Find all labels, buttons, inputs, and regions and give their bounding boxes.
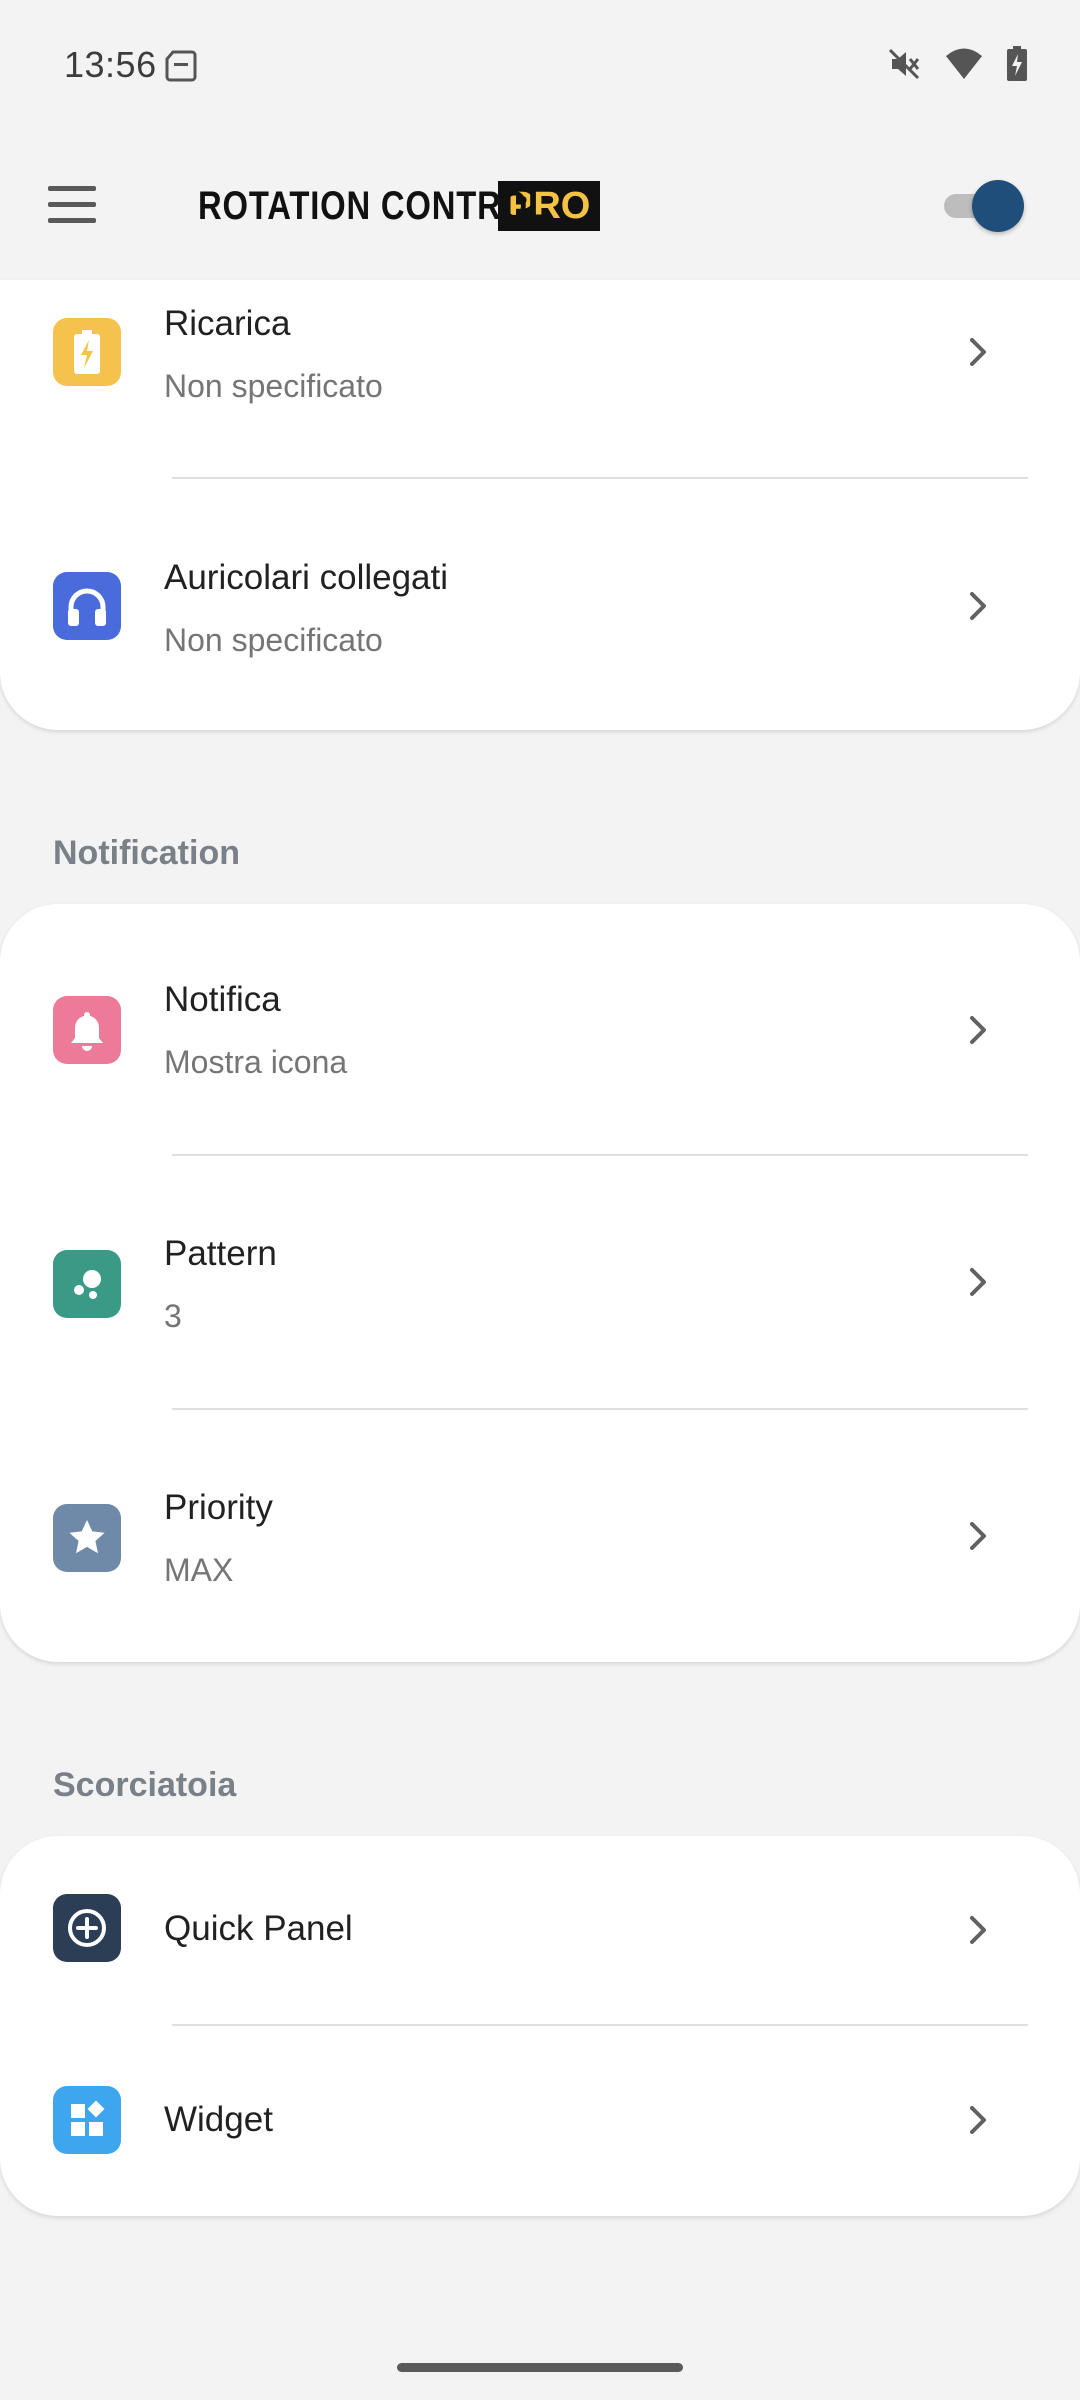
list-item-ricarica[interactable]: Ricarica Non specificato xyxy=(0,280,1080,470)
section-header-shortcut: Scorciatoia xyxy=(53,1766,237,1804)
conditions-card: Ricarica Non specificato Auricolari coll… xyxy=(0,280,1080,730)
list-item-auricolari[interactable]: Auricolari collegati Non specificato xyxy=(0,480,1080,730)
row-title: Priority xyxy=(164,1488,273,1527)
shortcut-card: Quick Panel Widget xyxy=(0,1836,1080,2216)
mute-icon xyxy=(888,48,920,80)
chevron-right-icon xyxy=(970,338,986,366)
battery-charging-icon xyxy=(1007,46,1027,81)
chevron-right-icon xyxy=(970,1522,986,1550)
row-title: Quick Panel xyxy=(164,1909,353,1948)
bell-icon xyxy=(53,996,121,1064)
service-toggle[interactable] xyxy=(944,174,1030,236)
row-subtitle: 3 xyxy=(164,1298,182,1334)
notification-card: Notifica Mostra icona Pattern 3 Priority… xyxy=(0,904,1080,1662)
row-subtitle: Non specificato xyxy=(164,622,383,658)
status-bar: 13:56 xyxy=(0,0,1080,130)
headphones-icon xyxy=(53,572,121,640)
battery-charging-icon xyxy=(53,318,121,386)
list-item-priority[interactable]: Priority MAX xyxy=(0,1410,1080,1662)
chevron-right-icon xyxy=(970,1016,986,1044)
chevron-right-icon xyxy=(970,1916,986,1944)
row-title: Pattern xyxy=(164,1234,277,1273)
row-title: Auricolari collegati xyxy=(164,558,449,597)
row-title: Ricarica xyxy=(164,304,291,343)
wifi-icon xyxy=(946,48,982,79)
menu-icon[interactable] xyxy=(44,180,100,230)
logo-text: ROTATION CONTROL xyxy=(198,183,549,228)
chevron-right-icon xyxy=(970,2106,986,2134)
toggle-knob xyxy=(972,180,1024,232)
row-subtitle: Non specificato xyxy=(164,368,383,404)
divider xyxy=(172,477,1028,479)
add-circle-icon xyxy=(53,1894,121,1962)
chevron-right-icon xyxy=(970,592,986,620)
chevron-right-icon xyxy=(970,1268,986,1296)
app-logo: ROTATION CONTROL PRO xyxy=(198,178,601,234)
app-bar: ROTATION CONTROL PRO xyxy=(0,130,1080,280)
dots-icon xyxy=(53,1250,121,1318)
sd-card-icon xyxy=(165,50,197,82)
status-time: 13:56 xyxy=(64,44,157,85)
row-title: Notifica xyxy=(164,980,281,1019)
list-item-widget[interactable]: Widget xyxy=(0,2026,1080,2216)
row-subtitle: MAX xyxy=(164,1552,234,1588)
widgets-icon xyxy=(53,2086,121,2154)
list-item-pattern[interactable]: Pattern 3 xyxy=(0,1156,1080,1408)
star-icon xyxy=(53,1504,121,1572)
row-title: Widget xyxy=(164,2100,273,2139)
row-subtitle: Mostra icona xyxy=(164,1044,348,1080)
section-header-notification: Notification xyxy=(53,834,240,872)
home-indicator[interactable] xyxy=(397,2363,683,2372)
list-item-quick-panel[interactable]: Quick Panel xyxy=(0,1836,1080,2024)
list-item-notifica[interactable]: Notifica Mostra icona xyxy=(0,904,1080,1154)
